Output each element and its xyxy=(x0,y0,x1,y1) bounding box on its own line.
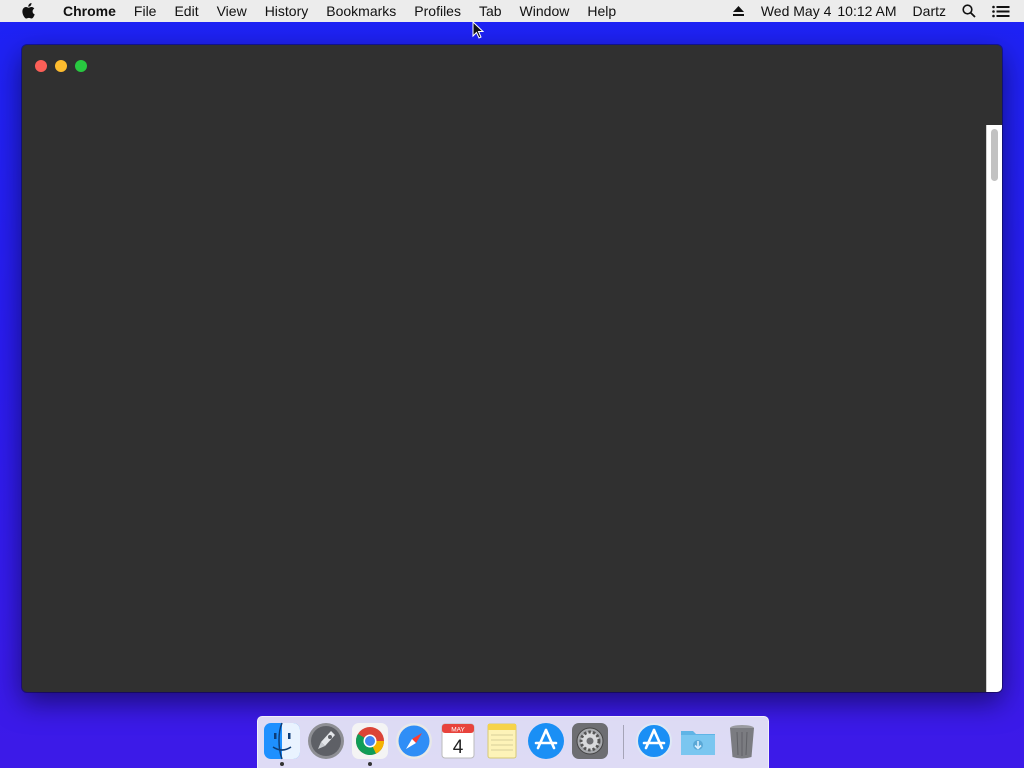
menu-history[interactable]: History xyxy=(256,0,318,22)
launchpad-icon[interactable] xyxy=(307,722,345,760)
apple-menu-icon[interactable] xyxy=(18,3,38,19)
trash-icon[interactable] xyxy=(723,722,761,760)
calendar-month: MAY xyxy=(451,727,465,734)
dock-separator xyxy=(623,725,624,759)
calendar-icon[interactable]: MAY 4 xyxy=(439,722,477,760)
menu-bar: Chrome File Edit View History Bookmarks … xyxy=(0,0,1024,22)
safari-icon[interactable] xyxy=(395,722,433,760)
menu-view[interactable]: View xyxy=(208,0,256,22)
spotlight-search-icon[interactable] xyxy=(954,4,984,18)
eject-icon[interactable] xyxy=(724,5,753,17)
chrome-icon[interactable] xyxy=(351,722,389,766)
window-minimize-button[interactable] xyxy=(55,60,67,72)
menu-tab[interactable]: Tab xyxy=(470,0,511,22)
calendar-day: 4 xyxy=(453,737,464,758)
menu-help[interactable]: Help xyxy=(578,0,625,22)
menu-profiles[interactable]: Profiles xyxy=(405,0,470,22)
menu-app-name[interactable]: Chrome xyxy=(54,0,125,22)
menu-bookmarks[interactable]: Bookmarks xyxy=(317,0,405,22)
status-area: Wed May 4 10:12 AM Dartz xyxy=(724,0,1024,22)
window-close-button[interactable] xyxy=(35,60,47,72)
dock: MAY 4 xyxy=(257,716,769,768)
clock-time[interactable]: 10:12 AM xyxy=(834,0,904,22)
notification-center-icon[interactable] xyxy=(984,5,1024,18)
chrome-window xyxy=(22,45,1002,692)
running-indicator xyxy=(368,762,372,766)
downloads-folder-icon[interactable] xyxy=(679,722,717,760)
system-preferences-icon[interactable] xyxy=(571,722,609,760)
vertical-scrollbar[interactable] xyxy=(986,125,1002,692)
user-menu[interactable]: Dartz xyxy=(905,0,954,22)
running-indicator xyxy=(280,762,284,766)
applications-folder-icon[interactable] xyxy=(635,722,673,760)
app-store-icon[interactable] xyxy=(527,722,565,760)
finder-icon[interactable] xyxy=(263,722,301,766)
menu-window[interactable]: Window xyxy=(511,0,579,22)
window-controls xyxy=(35,60,87,72)
scrollbar-thumb[interactable] xyxy=(991,129,998,181)
clock-date[interactable]: Wed May 4 xyxy=(753,0,835,22)
window-zoom-button[interactable] xyxy=(75,60,87,72)
menu-file[interactable]: File xyxy=(125,0,166,22)
menu-edit[interactable]: Edit xyxy=(165,0,207,22)
notes-icon[interactable] xyxy=(483,722,521,760)
mouse-cursor-icon xyxy=(472,20,485,44)
